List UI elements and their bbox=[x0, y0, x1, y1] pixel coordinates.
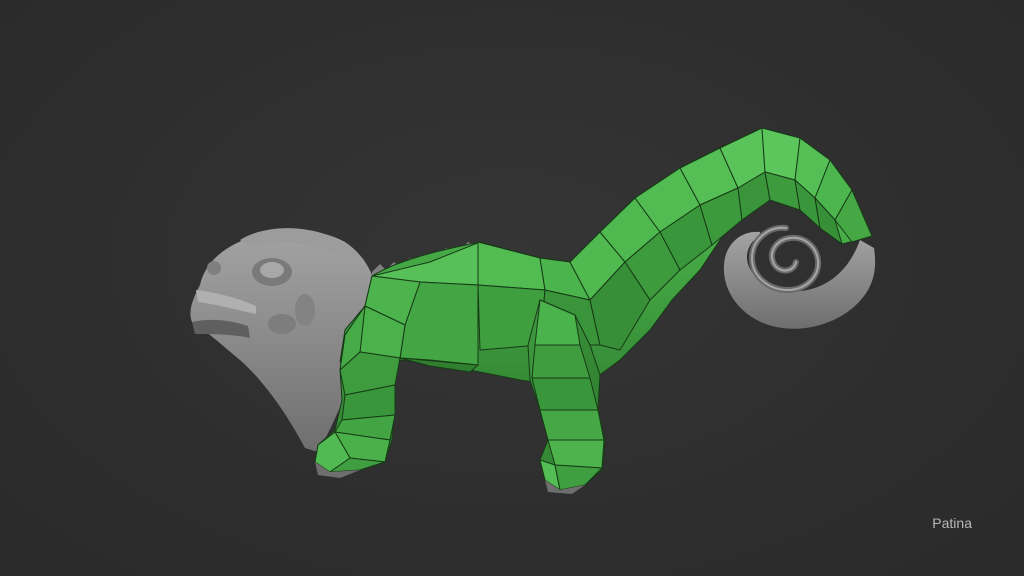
retopo-body bbox=[339, 127, 873, 386]
app-watermark: Patina bbox=[932, 515, 972, 531]
3d-viewport[interactable]: Patina bbox=[0, 0, 1024, 576]
sculpt-tail-curl bbox=[723, 224, 876, 329]
chameleon-model[interactable] bbox=[0, 0, 1024, 576]
